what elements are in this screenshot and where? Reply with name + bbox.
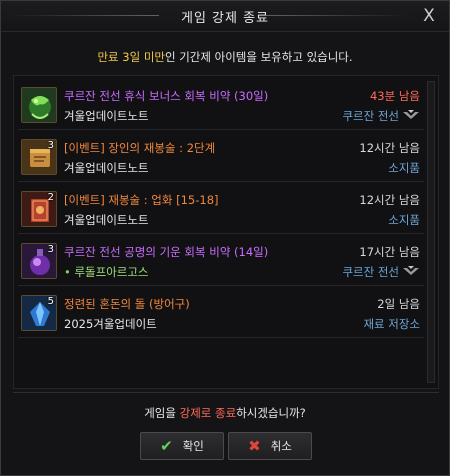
list-item[interactable]: 2 [이벤트] 재봉술 : 업화 [15-18] 겨울업데이트노트 12시간 남… xyxy=(18,184,424,234)
remaining-time: 43분 남음 xyxy=(369,89,420,103)
confirm-suffix: 하시겠습니까? xyxy=(236,406,306,420)
blue-chaos-stone-icon: 5 xyxy=(21,295,57,331)
item-source: 겨울업데이트노트 xyxy=(64,109,149,123)
remaining-time: 12시간 남음 xyxy=(359,193,420,207)
storage-label: 재료 저장소 xyxy=(363,317,420,331)
item-source: • 루돌프아르고스 xyxy=(64,264,149,280)
storage-label: 소지품 xyxy=(388,213,420,227)
list-item[interactable]: 5 정련된 혼돈의 돌 (방어구) 2025겨울업데이트 2일 남음 재료 저장… xyxy=(18,288,424,338)
title-decoration-right xyxy=(259,15,409,16)
cancel-button[interactable]: ✖ 취소 xyxy=(228,432,312,460)
storage-label: 쿠르잔 전선 xyxy=(342,109,399,123)
item-name: 쿠르잔 전선 휴식 보너스 회복 비약 (30일) xyxy=(64,89,269,103)
storage-location: 소지품 xyxy=(388,160,420,176)
remaining-time: 12시간 남음 xyxy=(359,141,420,155)
item-source: 겨울업데이트노트 xyxy=(64,161,149,175)
item-name: [이벤트] 장인의 재봉술 : 2단계 xyxy=(64,141,216,155)
storage-label: 쿠르잔 전선 xyxy=(342,265,399,279)
confirm-button-label: 확인 xyxy=(182,439,204,453)
item-count: 3 xyxy=(47,140,54,151)
expiring-item-list: 쿠르잔 전선 휴식 보너스 회복 비약 (30일) 겨울업데이트노트 43분 남… xyxy=(13,75,439,389)
list-item[interactable]: 3 쿠르잔 전선 공명의 기운 회복 비약 (14일) • 루돌프아르고스 17… xyxy=(18,236,424,286)
item-name: 정련된 혼돈의 돌 (방어구) xyxy=(64,297,190,311)
storage-location: 소지품 xyxy=(388,212,420,228)
cancel-button-label: 취소 xyxy=(270,439,292,453)
list-item[interactable]: 쿠르잔 전선 휴식 보너스 회복 비약 (30일) 겨울업데이트노트 43분 남… xyxy=(18,80,424,130)
item-source: 겨울업데이트노트 xyxy=(64,213,149,227)
storage-location: 재료 저장소 xyxy=(363,316,420,332)
storage-location: 쿠르잔 전선 xyxy=(342,108,420,124)
title-bar: 게임 강제 종료 X xyxy=(1,1,449,32)
confirm-prefix: 게임을 xyxy=(144,406,180,420)
title-decoration-left xyxy=(9,15,159,16)
close-x-icon: ✖ xyxy=(248,437,261,455)
confirm-question: 게임을 강제로 종료하시겠습니까? xyxy=(1,405,449,421)
expiry-notice: 만료 3일 미만인 기간제 아이템을 보유하고 있습니다. xyxy=(1,49,449,65)
list-item[interactable]: 3 [이벤트] 장인의 재봉술 : 2단계 겨울업데이트노트 12시간 남음 소… xyxy=(18,132,424,182)
kurzan-crest-icon xyxy=(403,110,419,119)
item-count: 5 xyxy=(47,296,54,307)
confirm-highlight: 강제로 종료 xyxy=(179,406,237,420)
kurzan-crest-icon xyxy=(403,266,419,275)
item-name: 쿠르잔 전선 공명의 기운 회복 비약 (14일) xyxy=(64,245,269,259)
item-source: 2025겨울업데이트 xyxy=(64,317,157,331)
purple-orb-potion-icon: 3 xyxy=(21,243,57,279)
red-tome-icon: 2 xyxy=(21,191,57,227)
close-icon[interactable]: X xyxy=(419,6,439,26)
divider xyxy=(13,392,439,393)
storage-location: 쿠르잔 전선 xyxy=(342,264,420,280)
character-name: 루돌프아르고스 xyxy=(74,265,149,279)
notice-text: 인 기간제 아이템을 보유하고 있습니다. xyxy=(164,50,353,64)
list-scrollbar[interactable] xyxy=(427,81,435,383)
force-quit-dialog: 게임 강제 종료 X 만료 3일 미만인 기간제 아이템을 보유하고 있습니다.… xyxy=(0,0,450,476)
scroll-bundle-icon: 3 xyxy=(21,139,57,175)
item-name: [이벤트] 재봉술 : 업화 [15-18] xyxy=(64,193,219,207)
item-count: 2 xyxy=(47,192,54,203)
notice-highlight: 만료 3일 미만 xyxy=(97,50,165,64)
check-icon: ✔ xyxy=(160,437,173,455)
character-dot: • xyxy=(64,265,71,279)
green-serpent-potion-icon xyxy=(21,87,57,123)
dialog-title: 게임 강제 종료 xyxy=(180,11,270,26)
remaining-time: 2일 남음 xyxy=(377,297,420,311)
remaining-time: 17시간 남음 xyxy=(359,245,420,259)
item-count: 3 xyxy=(47,244,54,255)
confirm-button[interactable]: ✔ 확인 xyxy=(140,432,224,460)
storage-label: 소지품 xyxy=(388,161,420,175)
